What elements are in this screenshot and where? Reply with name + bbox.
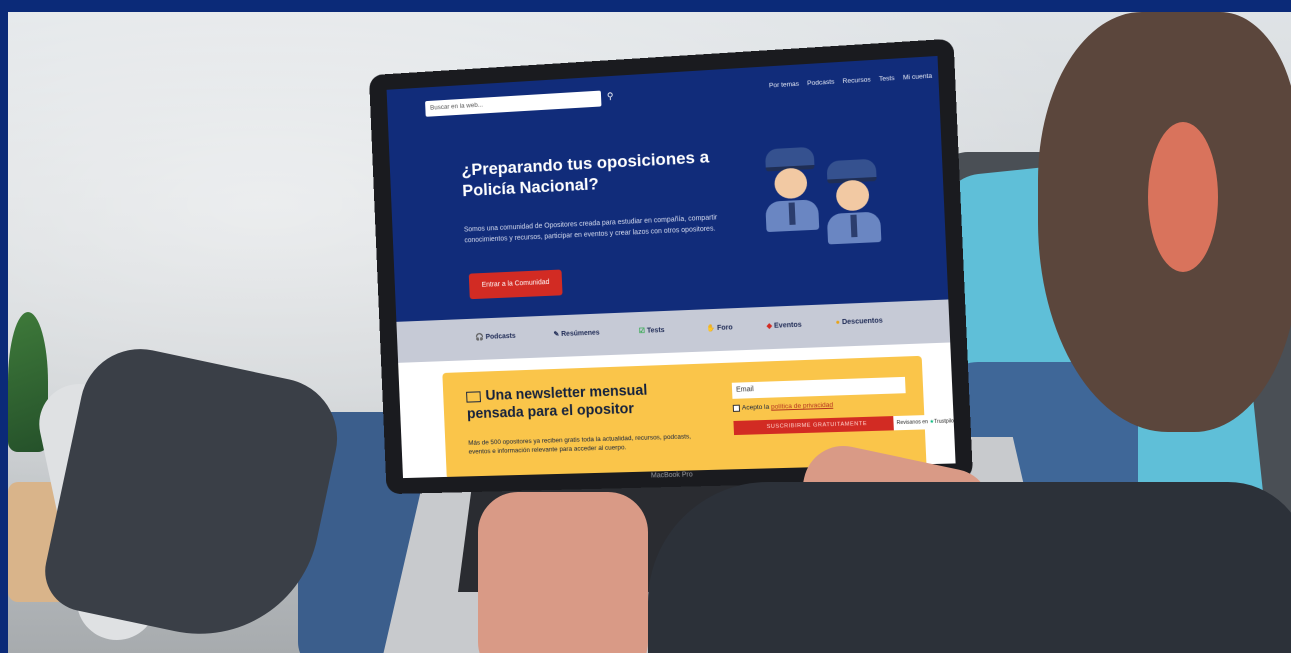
nav-link-cuenta[interactable]: Mi cuenta	[903, 73, 933, 82]
nav-link-recursos[interactable]: Recursos	[842, 76, 870, 85]
officer-face	[835, 179, 870, 212]
nav-link-podcasts[interactable]: Podcasts	[807, 79, 835, 88]
search-input[interactable]: Buscar en la web...	[425, 90, 602, 117]
photo-frame: Buscar en la web... ⚲ Por temas Podcasts…	[8, 12, 1291, 653]
join-community-button[interactable]: Entrar a la Comunidad	[468, 269, 563, 300]
check-icon: ☑	[638, 327, 646, 335]
hero-section: ¿Preparando tus oposiciones a Policía Na…	[388, 98, 949, 322]
nav-link-temas[interactable]: Por temas	[769, 81, 799, 90]
hero-title: ¿Preparando tus oposiciones a Policía Na…	[461, 147, 710, 201]
category-foro[interactable]: ✋ Foro	[706, 323, 733, 332]
officer-tie	[850, 214, 858, 238]
hand-icon: ✋	[706, 325, 716, 333]
male-officer-illustration	[822, 158, 883, 245]
category-descuentos[interactable]: ● Descuentos	[835, 317, 882, 326]
female-officer-illustration	[761, 146, 821, 233]
trustpilot-badge[interactable]: Revisanos en ★Trustpilot	[893, 414, 956, 431]
person-ear	[1148, 122, 1218, 272]
nav-links: Por temas Podcasts Recursos Tests Mi cue…	[769, 73, 932, 90]
nav-link-tests[interactable]: Tests	[879, 75, 895, 83]
left-hand	[478, 492, 648, 653]
search-icon[interactable]: ⚲	[607, 91, 614, 102]
officer-face	[773, 167, 808, 200]
newsletter-description: Más de 500 opositores ya reciben gratis …	[468, 433, 692, 456]
pencil-icon: ✎	[553, 331, 560, 339]
coin-icon: ●	[835, 319, 841, 327]
privacy-consent[interactable]: Acepto la política de privacidad	[732, 402, 833, 412]
subscribe-button[interactable]: SUSCRIBIRME GRATUITAMENTE	[733, 415, 902, 436]
category-eventos[interactable]: ◆ Eventos	[766, 321, 801, 330]
consent-checkbox[interactable]	[732, 404, 741, 412]
headphones-icon: 🎧	[475, 334, 484, 342]
person-shoulder	[648, 482, 1291, 653]
email-field[interactable]: Email	[731, 376, 906, 399]
laptop-screen: Buscar en la web... ⚲ Por temas Podcasts…	[386, 55, 956, 479]
diamond-icon: ◆	[766, 322, 773, 331]
category-tests[interactable]: ☑ Tests	[639, 326, 665, 335]
envelope-icon	[466, 391, 481, 403]
category-resumenes[interactable]: ✎ Resúmenes	[553, 329, 599, 339]
hero-description: Somos una comunidad de Opositores creada…	[463, 214, 718, 245]
newsletter-title: Una newsletter mensual pensada para el o…	[466, 382, 648, 423]
category-podcasts[interactable]: 🎧 Podcasts	[475, 332, 516, 341]
privacy-policy-link[interactable]: política de privacidad	[771, 402, 833, 411]
laptop-screen-bezel: Buscar en la web... ⚲ Por temas Podcasts…	[368, 38, 974, 495]
officer-tie	[788, 202, 796, 225]
